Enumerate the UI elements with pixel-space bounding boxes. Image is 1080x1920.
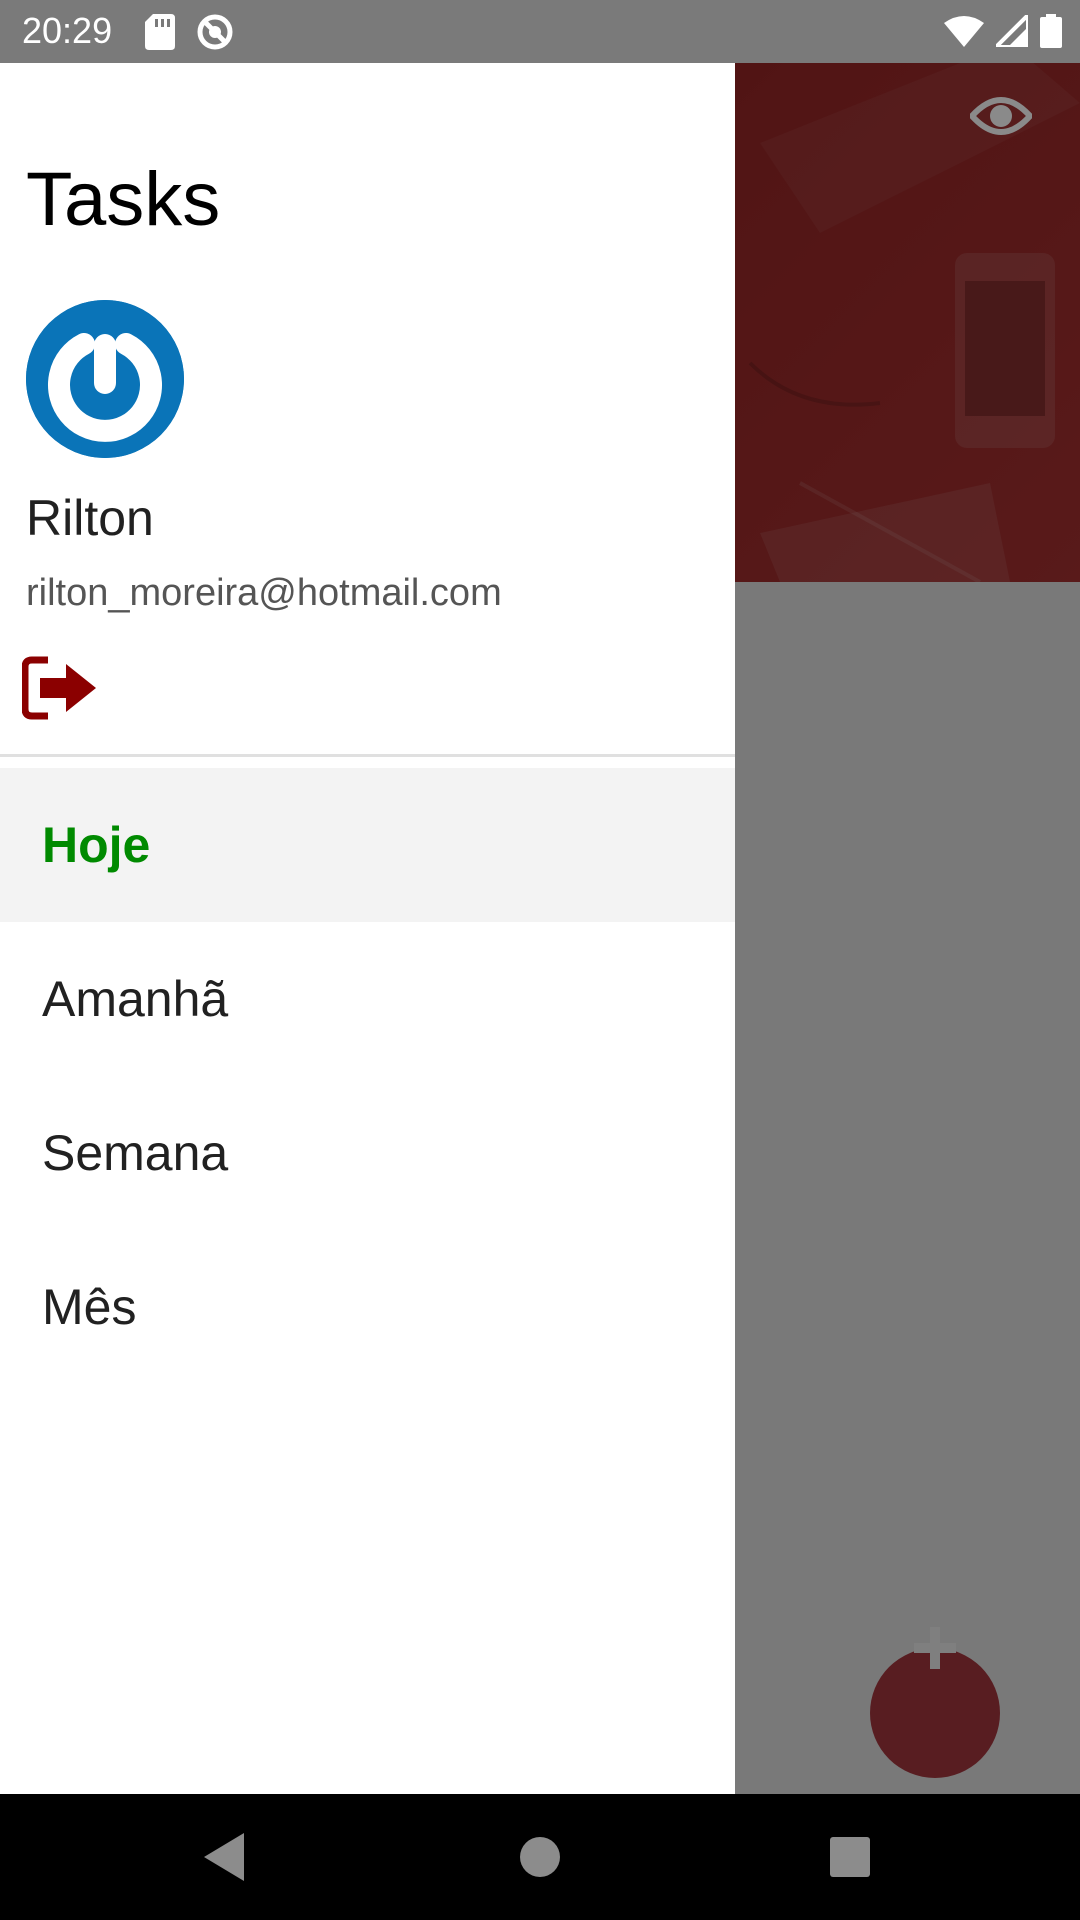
status-left-icons (145, 14, 233, 55)
eye-icon[interactable] (967, 90, 1035, 142)
add-task-button[interactable] (870, 1585, 1000, 1715)
recents-icon[interactable] (822, 1829, 878, 1885)
menu-item-label: Hoje (42, 817, 151, 873)
power-logo-icon (26, 300, 184, 458)
drawer-divider (0, 754, 735, 757)
status-bar: 20:29 (0, 0, 1080, 63)
sd-card-icon (145, 14, 175, 55)
menu-item-mes[interactable]: Mês (0, 1230, 735, 1384)
signal-icon (991, 10, 1030, 52)
menu-item-semana[interactable]: Semana (0, 1076, 735, 1230)
menu-item-label: Semana (42, 1125, 229, 1181)
menu-item-label: Mês (42, 1279, 137, 1335)
user-email: rilton_moreira@hotmail.com (26, 572, 502, 614)
sign-out-icon (21, 656, 96, 720)
screen: 20:29 Tasks Rilton rilton_moreira@hotmai… (0, 0, 1080, 1920)
menu-item-label: Amanhã (42, 971, 229, 1027)
menu-item-hoje[interactable]: Hoje (0, 768, 735, 922)
logout-button[interactable] (21, 656, 98, 720)
navigation-drawer: Tasks Rilton rilton_moreira@hotmail.com … (0, 63, 735, 1794)
plus-icon (912, 1625, 958, 1676)
back-icon[interactable] (198, 1829, 254, 1885)
drawer-title: Tasks (26, 157, 221, 242)
user-name: Rilton (26, 490, 154, 546)
wifi-icon (944, 15, 984, 52)
status-right-icons (944, 10, 1062, 53)
do-not-disturb-icon (197, 14, 233, 55)
battery-icon (1040, 14, 1062, 53)
menu-item-amanha[interactable]: Amanhã (0, 922, 735, 1076)
status-time: 20:29 (22, 10, 113, 51)
avatar (26, 300, 184, 458)
system-nav-bar (0, 1794, 1080, 1920)
home-icon[interactable] (512, 1829, 568, 1885)
